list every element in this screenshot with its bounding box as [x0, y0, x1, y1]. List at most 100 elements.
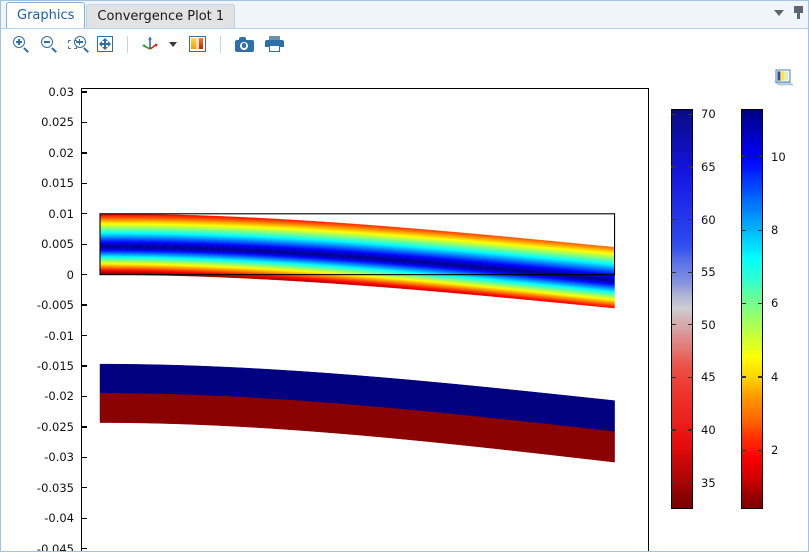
zoom-in-button[interactable]: [9, 32, 33, 56]
pin-icon[interactable]: [793, 6, 804, 19]
colorbar-tick-label: 2: [771, 443, 779, 458]
colorbar-tick-label: 10: [771, 149, 786, 164]
zoom-out-icon: [40, 35, 58, 53]
y-tick-mark: [81, 182, 87, 185]
y-tick-label: 0.01: [48, 206, 74, 221]
y-tick-label: -0.025: [36, 419, 74, 434]
youngs-modulus-colorbar[interactable]: 10 8 6 4 2: [741, 109, 808, 509]
y-tick-label: 0.025: [41, 115, 74, 130]
y-tick-mark: [81, 274, 87, 276]
y-tick-label: 0: [66, 267, 74, 282]
colorbar-tick: [688, 429, 693, 431]
y-tick-label: -0.035: [36, 480, 74, 495]
graphics-thumbnail-icon[interactable]: [774, 69, 794, 86]
y-tick-label: -0.01: [44, 328, 74, 343]
tab-convergence-plot-1-label: Convergence Plot 1: [97, 9, 225, 24]
y-tick-label: -0.03: [44, 450, 74, 465]
y-tick-label: -0.005: [36, 298, 74, 313]
colorbar-tick: [671, 271, 676, 273]
y-tick-mark: [81, 456, 87, 458]
plot-surfaces: [99, 213, 616, 463]
y-tick-label: 0.015: [41, 176, 74, 191]
y-tick-mark: [81, 121, 87, 124]
printer-icon: [264, 36, 284, 52]
tab-convergence-plot-1[interactable]: Convergence Plot 1: [86, 4, 236, 28]
y-tick-mark: [81, 426, 87, 428]
colorbar-tick: [688, 324, 693, 326]
y-tick-mark: [81, 487, 87, 489]
y-tick-label: -0.02: [44, 389, 74, 404]
graphics-window: Graphics Convergence Plot 1 0.03 0.025 0…: [0, 0, 809, 552]
colorbar-tick: [741, 302, 746, 305]
colorbar-tick: [758, 376, 763, 378]
colorbar-tick-label: 50: [701, 317, 716, 332]
y-tick-mark: [81, 334, 87, 337]
y-tick-label: 0.02: [48, 145, 74, 160]
toolbar-separator-1: [127, 35, 128, 53]
colorbar-tick-label: 55: [701, 265, 716, 280]
graphics-canvas[interactable]: Surface: von Mises stress (MPa) Surface:…: [1, 59, 808, 551]
zoom-out-button[interactable]: [37, 32, 61, 56]
y-tick-mark: [81, 395, 87, 398]
print-button[interactable]: [261, 32, 287, 56]
von-mises-stress-surface: [99, 213, 615, 309]
colorbar-tick-label: 35: [701, 475, 716, 490]
colorbar-tick: [688, 113, 693, 115]
camera-icon: [234, 36, 254, 52]
colorbar-tick-label: 4: [771, 369, 779, 384]
chevron-down-icon[interactable]: [774, 9, 784, 16]
tab-bar: Graphics Convergence Plot 1: [1, 1, 808, 29]
colorbar-tick: [671, 113, 676, 115]
y-tick-mark: [81, 517, 87, 519]
colorbar-tick-label: 70: [701, 107, 716, 122]
colorbar-tick: [741, 449, 746, 451]
colorbar-tick: [758, 449, 763, 451]
colorbar-tick: [741, 156, 746, 158]
y-tick-label: 0.005: [41, 237, 74, 252]
von-mises-stress-colorbar[interactable]: 70 65 60 55 50 45 40 35: [671, 107, 741, 509]
colorbar-tick-label: 65: [701, 159, 716, 174]
colorbar-tick: [688, 376, 693, 379]
plot-frame: [81, 88, 649, 551]
y-tick-mark: [81, 243, 87, 245]
color-legend-button[interactable]: [184, 32, 210, 56]
orientation-button[interactable]: [138, 32, 162, 56]
colorbar-tick: [671, 482, 676, 484]
y-tick-mark: [81, 304, 87, 306]
y-tick-mark: [81, 365, 87, 367]
colorbar-tick-label: 45: [701, 370, 716, 385]
colorbar-tick: [688, 482, 693, 484]
zoom-extents-button[interactable]: [93, 32, 117, 56]
zoom-extents-icon: [96, 35, 114, 53]
toolbar-separator-2: [220, 35, 221, 53]
colorbar-tick: [741, 376, 746, 378]
colorbar-tick-label: 8: [771, 223, 779, 238]
colorbar-tick: [671, 376, 676, 379]
von-mises-stress-colorbar-gradient: [671, 109, 693, 509]
graphics-toolbar: [1, 29, 808, 59]
zoom-box-button[interactable]: [65, 32, 89, 56]
colorbar-tick-label: 40: [701, 423, 716, 438]
orientation-menu-button[interactable]: [166, 32, 180, 56]
colorbar-tick: [741, 229, 746, 231]
axes-orientation-icon: [141, 35, 159, 53]
tab-graphics[interactable]: Graphics: [6, 2, 86, 28]
y-tick-label: -0.015: [36, 358, 74, 373]
colorbar-tick: [671, 218, 676, 221]
y-tick-mark: [81, 91, 87, 93]
snapshot-button[interactable]: [231, 32, 257, 56]
y-tick-mark: [81, 547, 87, 550]
tab-graphics-label: Graphics: [17, 8, 75, 23]
y-tick-label: -0.04: [44, 511, 74, 526]
colorbar-tick: [758, 229, 763, 231]
colorbar-tick: [671, 166, 676, 168]
colorbar-tick: [758, 302, 763, 305]
y-tick-mark: [81, 213, 87, 215]
colorbar-tick: [671, 324, 676, 326]
y-tick-label: -0.045: [36, 541, 74, 551]
colorbar-tick-label: 60: [701, 212, 716, 227]
caret-down-icon: [169, 41, 177, 47]
colorbar-tick: [688, 271, 693, 273]
colorbar-tick: [671, 429, 676, 431]
colorbar-tick-label: 6: [771, 296, 779, 311]
